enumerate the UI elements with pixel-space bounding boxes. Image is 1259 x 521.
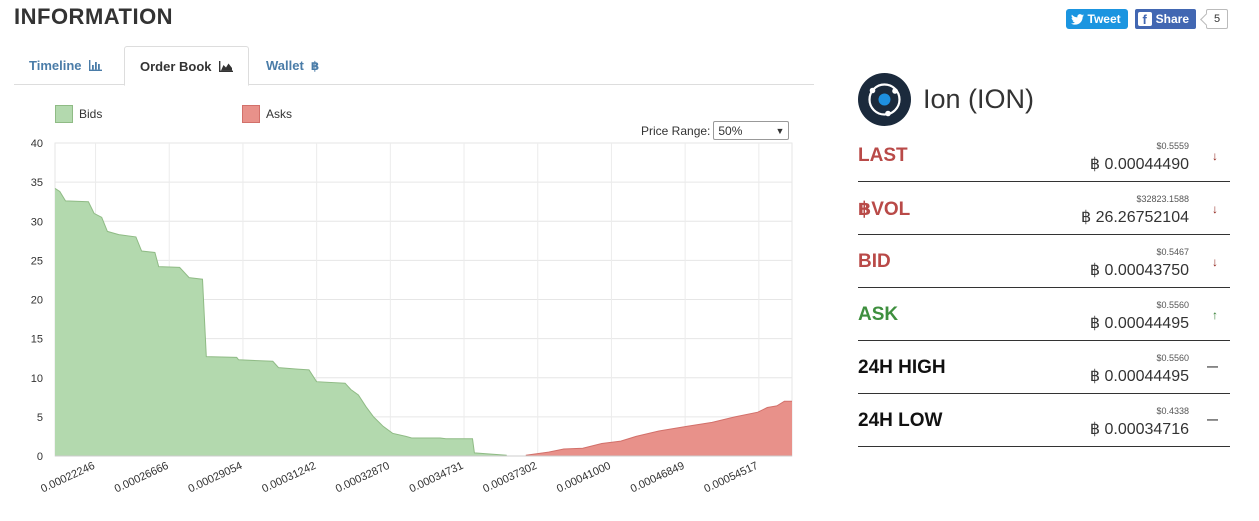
x-tick-label: 0.00022246: [39, 460, 97, 495]
tab-timeline-label: Timeline: [29, 58, 82, 73]
stat-usd-value: $0.5560: [1156, 353, 1189, 363]
y-tick-label: 0: [37, 451, 43, 463]
tab-order-book-label: Order Book: [140, 58, 212, 74]
legend-bids[interactable]: Bids: [55, 105, 102, 123]
market-stats: LAST $0.5559 ฿ 0.00044490 ↓ ฿VOL $32823.1588 ฿…: [858, 129, 1230, 447]
legend-asks[interactable]: Asks: [242, 105, 292, 123]
tweet-button[interactable]: Tweet: [1065, 9, 1128, 29]
tab-timeline[interactable]: Timeline: [14, 46, 117, 85]
social-share-bar: Tweet f Share 5: [1065, 9, 1228, 29]
bitcoin-icon: ฿: [310, 58, 320, 73]
y-tick-label: 5: [37, 412, 43, 424]
arrow-up-icon: ↑: [1212, 308, 1218, 322]
arrow-down-icon: ↓: [1212, 255, 1218, 269]
stat-row: BID $0.5467 ฿ 0.00043750 ↓: [858, 235, 1230, 288]
x-tick-label: 0.00032870: [334, 460, 392, 495]
stat-usd-value: $0.4338: [1156, 406, 1189, 416]
asks-swatch: [242, 105, 260, 123]
stat-btc-value: ฿ 0.00043750: [1089, 262, 1189, 279]
stat-btc-value: ฿ 0.00044495: [1089, 368, 1189, 385]
stat-usd-value: $0.5559: [1156, 141, 1189, 151]
y-tick-label: 10: [31, 373, 43, 385]
x-tick-label: 0.00037302: [481, 460, 539, 495]
ion-logo-icon: [858, 73, 911, 126]
bids-swatch: [55, 105, 73, 123]
x-tick-label: 0.00046849: [629, 460, 687, 495]
stat-btc-value: ฿ 0.00034716: [1089, 421, 1189, 438]
x-tick-label: 0.00031242: [260, 460, 318, 495]
tweet-label: Tweet: [1087, 12, 1121, 26]
stat-label: BID: [858, 251, 891, 272]
x-tick-label: 0.00034731: [408, 460, 466, 495]
tab-order-book[interactable]: Order Book: [124, 46, 249, 86]
stat-btc-value: ฿ 0.00044495: [1089, 315, 1189, 332]
x-tick-label: 0.00029054: [186, 460, 244, 495]
x-tick-label: 0.00026666: [113, 460, 171, 495]
dash-icon: —: [1207, 361, 1218, 373]
arrow-down-icon: ↓: [1212, 202, 1218, 216]
stat-btc-value: ฿ 0.00044490: [1089, 156, 1189, 173]
area-chart-icon: [218, 60, 233, 72]
y-tick-label: 30: [31, 216, 43, 228]
tab-wallet[interactable]: Wallet ฿: [251, 46, 334, 85]
bar-chart-icon: [88, 60, 102, 71]
y-tick-label: 35: [31, 177, 43, 189]
info-tabs: Timeline Order Book Wallet ฿: [14, 46, 814, 86]
y-tick-label: 20: [31, 295, 43, 307]
stat-label: LAST: [858, 145, 908, 166]
stat-usd-value: $0.5560: [1156, 300, 1189, 310]
stat-btc-value: ฿ 26.26752104: [1080, 209, 1189, 226]
legend-asks-label: Asks: [266, 107, 293, 121]
legend-bids-label: Bids: [79, 107, 103, 121]
stat-label: ฿VOL: [858, 199, 911, 220]
stat-row: LAST $0.5559 ฿ 0.00044490 ↓: [858, 129, 1230, 182]
stat-label: 24H HIGH: [858, 357, 946, 378]
facebook-share-button[interactable]: f Share: [1134, 9, 1196, 29]
stat-row: 24H HIGH $0.5560 ฿ 0.00044495 —: [858, 341, 1230, 394]
stat-row: 24H LOW $0.4338 ฿ 0.00034716 —: [858, 394, 1230, 447]
depth-chart: 0 5 10 15 20 25 30 35 40 0.00022246 0.00026666 0.00…: [31, 138, 793, 495]
stat-row: ASK $0.5560 ฿ 0.00044495 ↑: [858, 288, 1230, 341]
x-tick-label: 0.00041000: [555, 460, 613, 495]
y-tick-label: 40: [31, 138, 43, 150]
stat-label: ASK: [858, 304, 899, 325]
share-label: Share: [1155, 12, 1189, 26]
y-tick-label: 25: [31, 255, 43, 267]
stat-label: 24H LOW: [858, 410, 943, 431]
stat-usd-value: $0.5467: [1156, 247, 1189, 257]
page-title: INFORMATION: [14, 4, 174, 29]
y-tick-label: 15: [31, 334, 43, 346]
facebook-icon: f: [1137, 12, 1152, 27]
arrow-down-icon: ↓: [1212, 149, 1218, 163]
tab-wallet-label: Wallet: [266, 58, 304, 73]
coin-header: Ion (ION): [858, 73, 1034, 126]
stat-usd-value: $32823.1588: [1136, 194, 1189, 204]
coin-name: Ion (ION): [923, 84, 1035, 114]
share-count: 5: [1206, 9, 1228, 29]
stat-row: ฿VOL $32823.1588 ฿ 26.26752104 ↓: [858, 182, 1230, 235]
twitter-bird-icon: [1070, 13, 1084, 25]
x-tick-label: 0.00054517: [702, 460, 760, 495]
dash-icon: —: [1207, 414, 1218, 426]
